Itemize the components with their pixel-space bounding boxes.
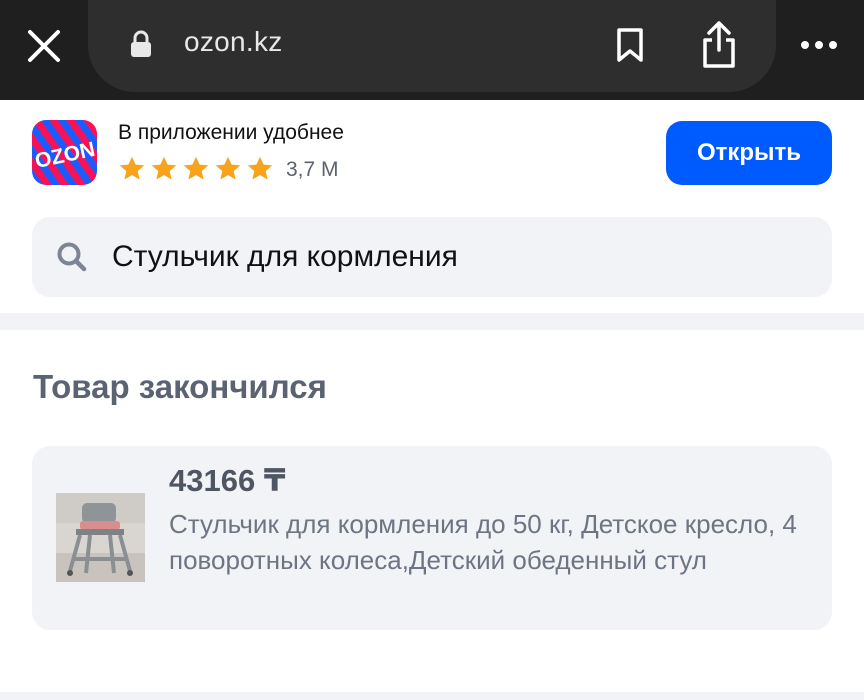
close-icon — [28, 30, 60, 62]
browser-toolbar: ozon.kz — [0, 0, 864, 100]
close-button[interactable] — [22, 24, 66, 68]
lock-icon — [131, 30, 151, 57]
share-button[interactable] — [696, 18, 742, 72]
product-title[interactable]: Стульчик для кормления до 50 кг, Детское… — [169, 506, 799, 578]
bookmark-icon — [617, 28, 643, 62]
share-icon — [703, 21, 735, 68]
product-card[interactable]: 43166 ₸ Стульчик для кормления до 50 кг,… — [32, 446, 832, 630]
ozon-app-logo[interactable]: OZON — [32, 120, 97, 185]
rating-count: 3,7 M — [286, 158, 339, 181]
star-icon — [247, 156, 273, 180]
open-app-button[interactable]: Открыть — [666, 121, 832, 185]
section-title: Товар закончился — [33, 368, 327, 405]
more-icon — [801, 41, 837, 49]
star-icon — [183, 156, 209, 180]
star-icon — [151, 156, 177, 180]
star-icon — [215, 156, 241, 180]
more-button[interactable] — [796, 30, 842, 60]
rating-stars — [118, 155, 274, 183]
banner-title: В приложении удобнее — [118, 121, 344, 144]
url-text[interactable]: ozon.kz — [184, 26, 283, 58]
search-icon[interactable] — [56, 241, 88, 273]
search-bar[interactable] — [32, 217, 832, 297]
star-icon — [119, 156, 145, 180]
search-input[interactable] — [112, 217, 812, 297]
ozon-logo-icon: OZON — [32, 120, 97, 185]
product-price: 43166 ₸ — [169, 463, 286, 498]
bottom-divider — [0, 692, 864, 700]
bookmark-button[interactable] — [610, 22, 650, 68]
section-divider — [0, 313, 864, 330]
product-image[interactable] — [56, 493, 145, 582]
